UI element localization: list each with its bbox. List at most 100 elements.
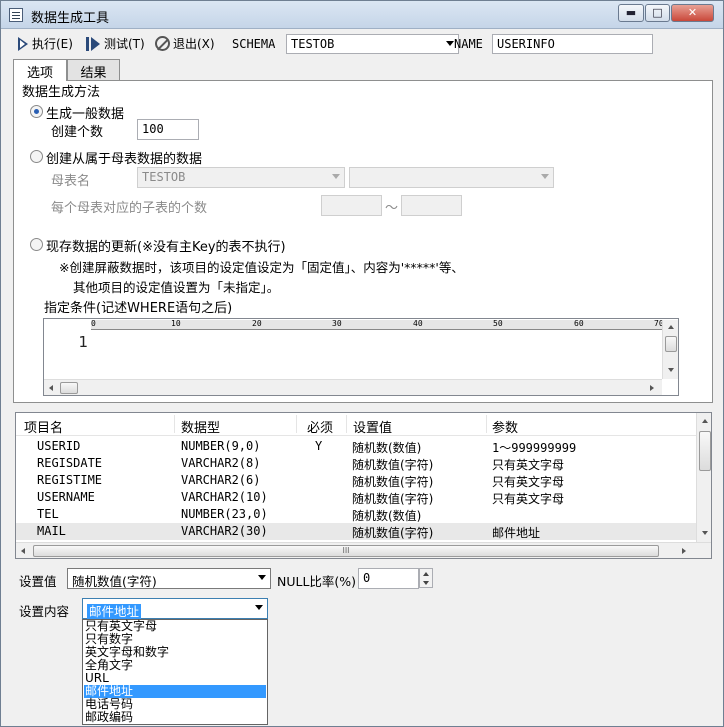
cell-name: REGISDATE <box>37 456 103 470</box>
window-title: 数据生成工具 <box>31 11 110 26</box>
grid-hscroll-thumb[interactable]: III <box>33 545 659 557</box>
editor-vertical-scrollbar[interactable] <box>662 320 678 379</box>
cell-type: NUMBER(9,0) <box>181 439 261 453</box>
column-ruler: 0 10 20 30 40 50 60 70 <box>91 320 662 330</box>
range-separator: ～ <box>385 201 399 216</box>
parent-column-select[interactable] <box>349 167 554 188</box>
line-number: 1 <box>78 333 88 351</box>
setting-content-select[interactable]: 邮件地址 <box>82 598 268 619</box>
schema-label: SCHEMA <box>232 37 276 51</box>
app-icon <box>9 8 23 22</box>
tab-results[interactable]: 结果 <box>67 59 120 81</box>
cell-setting: 随机数(数值) <box>352 509 422 523</box>
setting-value-label: 设置值 <box>19 574 57 589</box>
maximize-button[interactable]: □ <box>645 4 670 22</box>
minimize-button[interactable]: ▬ <box>618 4 644 22</box>
general-data-label: 生成一般数据 <box>46 107 125 122</box>
chevron-down-icon <box>255 605 263 610</box>
parent-table-select[interactable]: TESTOB <box>137 167 345 188</box>
editor-vscroll-thumb[interactable] <box>665 336 677 352</box>
cell-name: USERID <box>37 439 81 453</box>
step-play-icon <box>85 36 101 52</box>
parent-table-value: TESTOB <box>142 170 186 184</box>
child-max-input[interactable] <box>401 195 462 216</box>
name-label: NAME <box>454 37 483 51</box>
radio-update-existing[interactable] <box>30 238 43 251</box>
setting-content-text: 邮件地址 <box>87 604 142 619</box>
null-ratio-input[interactable]: 0 <box>358 568 419 589</box>
column-divider <box>296 415 297 433</box>
tab-options[interactable]: 选项 <box>13 59 67 81</box>
table-row[interactable]: REGISDATE VARCHAR2(8) 随机数值(字符) 只有英文字母 <box>16 455 696 472</box>
column-header-type[interactable]: 数据型 <box>181 417 220 436</box>
setting-value-select[interactable]: 随机数值(字符) <box>67 568 271 589</box>
exit-button[interactable]: 退出(X) <box>155 35 215 52</box>
radio-child-data[interactable] <box>30 150 43 163</box>
title-bar: 数据生成工具 ▬ □ ✕ <box>1 1 723 29</box>
toolbar: 执行(E) 测试(T) 退出(X) SCHEMA TESTOB NAME USE… <box>11 33 713 55</box>
null-ratio-spinner[interactable] <box>419 568 433 588</box>
column-divider <box>346 415 347 433</box>
grid-header: 项目名 数据型 必须 设置值 参数 <box>16 413 696 436</box>
ruler-mark: 20 <box>252 320 262 328</box>
column-divider <box>486 415 487 433</box>
setting-content-options: 只有英文字母 只有数字 英文字母和数字 全角文字 URL 邮件地址 电话号码 邮… <box>82 619 268 725</box>
close-button[interactable]: ✕ <box>671 4 714 22</box>
column-header-required[interactable]: 必须 <box>307 417 333 436</box>
child-min-input[interactable] <box>321 195 382 216</box>
spin-up-icon <box>423 572 429 576</box>
cell-setting: 随机数值(字符) <box>352 458 434 472</box>
column-header-setting[interactable]: 设置值 <box>353 417 392 436</box>
cell-name: MAIL <box>37 524 66 538</box>
cell-type: VARCHAR2(30) <box>181 524 268 538</box>
ruler-mark: 50 <box>493 320 503 328</box>
table-row[interactable]: REGISTIME VARCHAR2(6) 随机数值(字符) 只有英文字母 <box>16 472 696 489</box>
cell-name: USERNAME <box>37 490 95 504</box>
editor-hscroll-thumb[interactable] <box>60 382 78 394</box>
radio-general-data[interactable] <box>30 105 43 118</box>
option-fullwidth[interactable]: 全角文字 <box>84 659 266 672</box>
where-condition-label: 指定条件(记述WHERE语句之后) <box>44 301 233 316</box>
masking-note-line1: ※创建屏蔽数据时，该项目的设定值设定为「固定值」、内容为'*****'等、 <box>59 260 464 275</box>
grid-vertical-scrollbar[interactable] <box>696 413 711 542</box>
grid-vscroll-thumb[interactable] <box>699 431 711 471</box>
cell-required: Y <box>315 439 323 453</box>
update-existing-label: 现存数据的更新(※没有主Key的表不执行) <box>46 240 286 255</box>
masking-note-line2: 其他项目的设定值设置为「未指定」。 <box>73 280 280 295</box>
exit-label: 退出(X) <box>173 37 215 51</box>
editor-horizontal-scrollbar[interactable] <box>44 379 662 395</box>
table-row-selected[interactable]: MAIL VARCHAR2(30) 随机数值(字符) 邮件地址 <box>16 523 696 540</box>
cell-param: 只有英文字母 <box>492 492 565 506</box>
column-header-name[interactable]: 项目名 <box>24 417 63 436</box>
parent-table-label: 母表名 <box>51 174 91 189</box>
per-parent-count-label: 每个母表对应的子表的个数 <box>51 201 208 216</box>
schema-value: TESTOB <box>291 37 335 51</box>
setting-content-label: 设置内容 <box>19 604 70 619</box>
where-condition-editor[interactable]: 0 10 20 30 40 50 60 70 1 <box>43 318 679 396</box>
setting-value-text: 随机数值(字符) <box>72 574 157 589</box>
child-data-label: 创建从属于母表数据的数据 <box>46 152 203 167</box>
column-header-param[interactable]: 参数 <box>492 417 518 436</box>
count-input[interactable]: 100 <box>137 119 199 140</box>
table-row[interactable]: TEL NUMBER(23,0) 随机数(数值) <box>16 506 696 523</box>
scroll-left-icon <box>21 548 25 554</box>
test-button[interactable]: 测试(T) <box>85 35 145 52</box>
schema-select[interactable]: TESTOB <box>286 34 459 54</box>
chevron-down-icon <box>332 174 340 179</box>
scroll-left-icon <box>49 385 53 391</box>
grid-horizontal-scrollbar[interactable]: III <box>16 542 711 558</box>
table-row[interactable]: USERID NUMBER(9,0) Y 随机数(数值) 1～999999999 <box>16 438 696 455</box>
execute-button[interactable]: 执行(E) <box>17 35 73 52</box>
name-field[interactable]: USERINFO <box>492 34 653 54</box>
cell-setting: 随机数(数值) <box>352 441 422 455</box>
column-settings-grid: 项目名 数据型 必须 设置值 参数 USERID NUMBER(9,0) Y 随… <box>15 412 712 559</box>
option-postcode[interactable]: 邮政编码 <box>84 711 266 724</box>
generation-method-title: 数据生成方法 <box>22 85 101 100</box>
table-row[interactable]: USERNAME VARCHAR2(10) 随机数值(字符) 只有英文字母 <box>16 489 696 506</box>
cell-type: VARCHAR2(6) <box>181 473 261 487</box>
main-window: 数据生成工具 ▬ □ ✕ 执行(E) 测试(T) 退出(X) SCHEMA TE… <box>0 0 724 727</box>
cell-setting: 随机数值(字符) <box>352 492 434 506</box>
ruler-mark: 10 <box>171 320 181 328</box>
scroll-right-icon <box>650 385 654 391</box>
scroll-right-icon <box>682 548 686 554</box>
